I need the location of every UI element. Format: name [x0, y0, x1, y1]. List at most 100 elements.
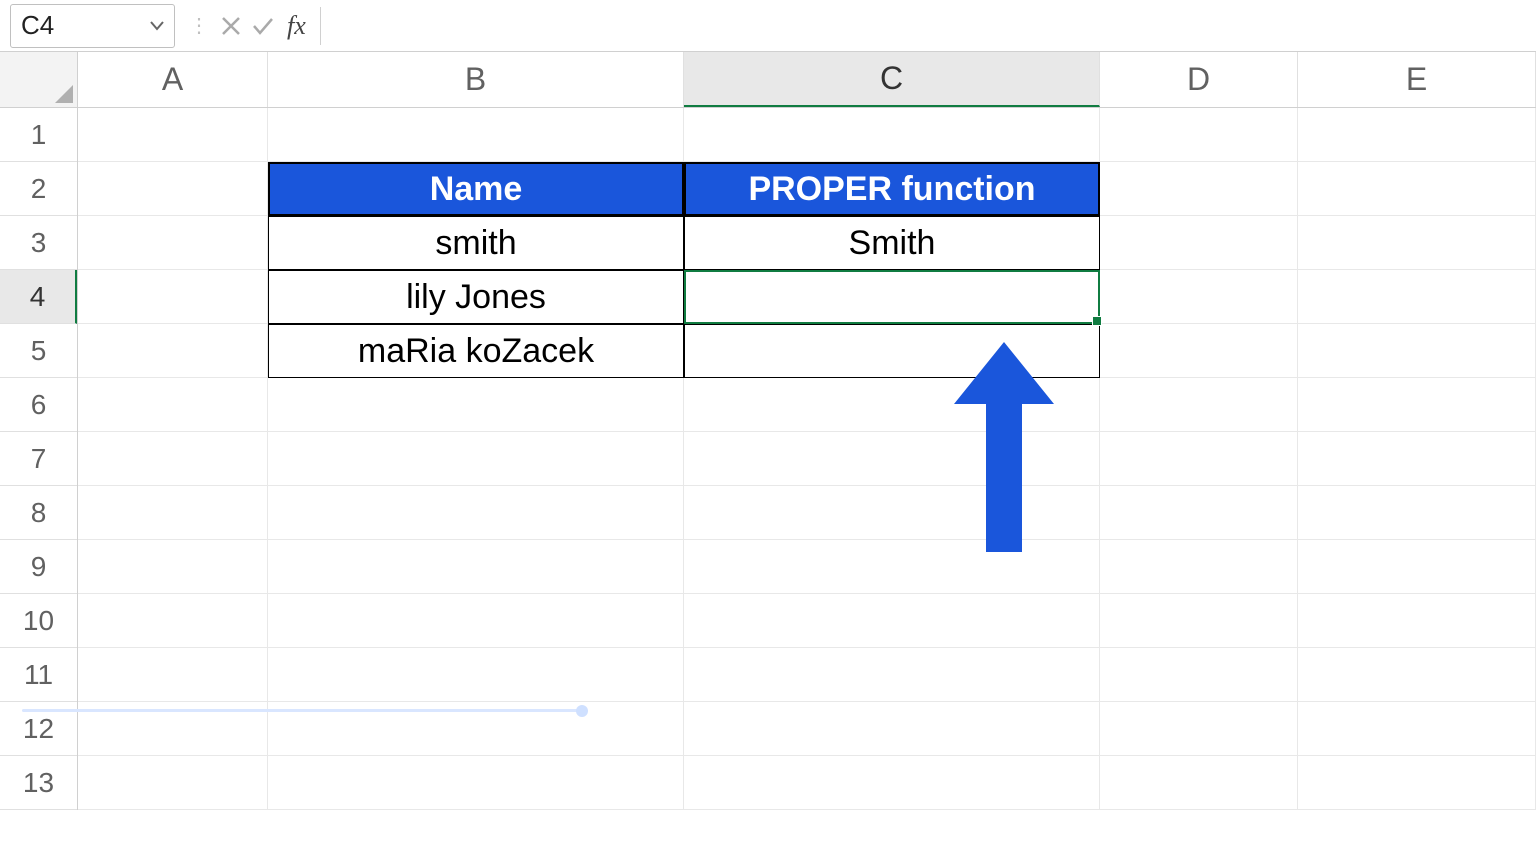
column-header-D[interactable]: D — [1100, 52, 1298, 107]
row-header-11[interactable]: 11 — [0, 648, 77, 702]
cell-E4[interactable] — [1298, 270, 1536, 324]
cell-B4[interactable]: lily Jones — [268, 270, 684, 324]
column-header-E[interactable]: E — [1298, 52, 1536, 107]
cancel-formula-button[interactable] — [215, 4, 247, 48]
cell-B3[interactable]: smith — [268, 216, 684, 270]
fx-label[interactable]: fx — [279, 11, 314, 41]
cell-B13[interactable] — [268, 756, 684, 810]
spreadsheet-grid: A B C D E 1 2 3 4 5 6 7 8 9 10 11 12 13 — [0, 52, 1536, 864]
cell-E13[interactable] — [1298, 756, 1536, 810]
cell-D5[interactable] — [1100, 324, 1298, 378]
select-all-corner[interactable] — [0, 52, 78, 107]
cell-E7[interactable] — [1298, 432, 1536, 486]
cell-E5[interactable] — [1298, 324, 1536, 378]
cell-C1[interactable] — [684, 108, 1100, 162]
row-header-13[interactable]: 13 — [0, 756, 77, 810]
cell-B7[interactable] — [268, 432, 684, 486]
divider — [320, 7, 321, 45]
cell-D9[interactable] — [1100, 540, 1298, 594]
cell-A3[interactable] — [78, 216, 268, 270]
cell-A11[interactable] — [78, 648, 268, 702]
cell-D3[interactable] — [1100, 216, 1298, 270]
cell-C10[interactable] — [684, 594, 1100, 648]
cell-A6[interactable] — [78, 378, 268, 432]
formula-input[interactable] — [325, 4, 1536, 48]
cell-A8[interactable] — [78, 486, 268, 540]
cell-A9[interactable] — [78, 540, 268, 594]
scrollbar-thumb[interactable] — [576, 705, 588, 717]
cell-B10[interactable] — [268, 594, 684, 648]
row-header-7[interactable]: 7 — [0, 432, 77, 486]
cell-E10[interactable] — [1298, 594, 1536, 648]
cell-C11[interactable] — [684, 648, 1100, 702]
cell-E11[interactable] — [1298, 648, 1536, 702]
cell-A1[interactable] — [78, 108, 268, 162]
cell-C13[interactable] — [684, 756, 1100, 810]
cell-B8[interactable] — [268, 486, 684, 540]
cell-C5[interactable] — [684, 324, 1100, 378]
grid-body: 1 2 3 4 5 6 7 8 9 10 11 12 13 — [0, 108, 1536, 810]
cell-D2[interactable] — [1100, 162, 1298, 216]
cell-C4[interactable] — [684, 270, 1100, 324]
row-header-8[interactable]: 8 — [0, 486, 77, 540]
cell-E2[interactable] — [1298, 162, 1536, 216]
cell-A13[interactable] — [78, 756, 268, 810]
cell-C7[interactable] — [684, 432, 1100, 486]
cell-C6[interactable] — [684, 378, 1100, 432]
formula-bar: C4 ⋮ fx — [0, 0, 1536, 52]
row-header-4[interactable]: 4 — [0, 270, 77, 324]
cell-D1[interactable] — [1100, 108, 1298, 162]
cell-A5[interactable] — [78, 324, 268, 378]
column-header-C[interactable]: C — [684, 52, 1100, 107]
row-headers: 1 2 3 4 5 6 7 8 9 10 11 12 13 — [0, 108, 78, 810]
cell-D7[interactable] — [1100, 432, 1298, 486]
cells-area: Name PROPER function smith Smith lily Jo… — [78, 108, 1536, 810]
column-header-A[interactable]: A — [78, 52, 268, 107]
cell-C12[interactable] — [684, 702, 1100, 756]
cell-C3[interactable]: Smith — [684, 216, 1100, 270]
chevron-down-icon[interactable] — [150, 18, 164, 34]
check-icon — [251, 15, 275, 37]
row-header-2[interactable]: 2 — [0, 162, 77, 216]
table-header-proper[interactable]: PROPER function — [684, 162, 1100, 216]
cell-B1[interactable] — [268, 108, 684, 162]
enter-formula-button[interactable] — [247, 4, 279, 48]
horizontal-scrollbar[interactable] — [22, 709, 582, 712]
table-header-name[interactable]: Name — [268, 162, 684, 216]
cell-E6[interactable] — [1298, 378, 1536, 432]
column-header-row: A B C D E — [0, 52, 1536, 108]
column-header-B[interactable]: B — [268, 52, 684, 107]
cell-D8[interactable] — [1100, 486, 1298, 540]
cell-A7[interactable] — [78, 432, 268, 486]
row-header-1[interactable]: 1 — [0, 108, 77, 162]
cell-E9[interactable] — [1298, 540, 1536, 594]
cell-A2[interactable] — [78, 162, 268, 216]
x-icon — [220, 15, 242, 37]
name-box[interactable]: C4 — [10, 4, 175, 48]
row-header-10[interactable]: 10 — [0, 594, 77, 648]
cell-C8[interactable] — [684, 486, 1100, 540]
name-box-text: C4 — [21, 10, 54, 41]
cell-D13[interactable] — [1100, 756, 1298, 810]
row-header-6[interactable]: 6 — [0, 378, 77, 432]
cell-E8[interactable] — [1298, 486, 1536, 540]
cell-B6[interactable] — [268, 378, 684, 432]
cell-E12[interactable] — [1298, 702, 1536, 756]
cell-E1[interactable] — [1298, 108, 1536, 162]
cell-D11[interactable] — [1100, 648, 1298, 702]
cell-A10[interactable] — [78, 594, 268, 648]
cell-B11[interactable] — [268, 648, 684, 702]
cell-B5[interactable]: maRia koZacek — [268, 324, 684, 378]
cell-A4[interactable] — [78, 270, 268, 324]
cell-D12[interactable] — [1100, 702, 1298, 756]
cell-D6[interactable] — [1100, 378, 1298, 432]
row-header-5[interactable]: 5 — [0, 324, 77, 378]
row-header-3[interactable]: 3 — [0, 216, 77, 270]
cell-D4[interactable] — [1100, 270, 1298, 324]
divider: ⋮ — [183, 13, 215, 38]
cell-D10[interactable] — [1100, 594, 1298, 648]
cell-C9[interactable] — [684, 540, 1100, 594]
row-header-9[interactable]: 9 — [0, 540, 77, 594]
cell-E3[interactable] — [1298, 216, 1536, 270]
cell-B9[interactable] — [268, 540, 684, 594]
